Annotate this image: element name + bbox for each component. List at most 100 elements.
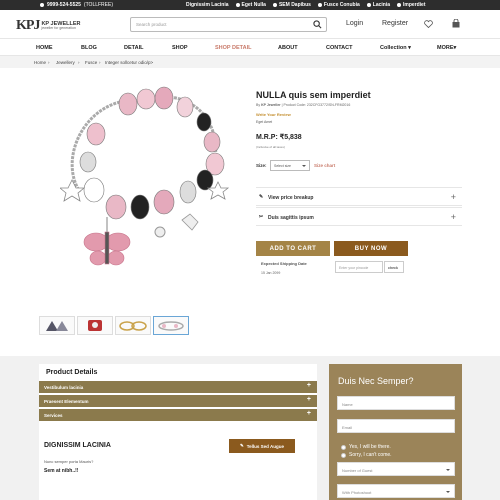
phone-block: 9999-524-5525 (TOLLFREE)	[40, 2, 113, 8]
accordion-label: Duis sagittis ipsum	[268, 215, 314, 221]
breadcrumb-item[interactable]: Jewellery	[56, 60, 75, 65]
shipping-label: Expected Shipping Date	[261, 261, 307, 266]
plus-icon: +	[306, 410, 311, 417]
check-button[interactable]: check	[384, 261, 404, 273]
breadcrumb-separator: ›	[99, 60, 101, 65]
nav-blog[interactable]: BLOG	[81, 45, 97, 51]
plus-icon: +	[450, 192, 456, 202]
logo-mark: KPJ	[16, 18, 40, 33]
top-link[interactable]: Dignissim Lacinia	[186, 2, 229, 8]
breadcrumb: Home › Jewellery › Fusce › Integer sollc…	[0, 56, 500, 68]
details-bar[interactable]: Vestibulum lacinia +	[39, 381, 317, 393]
logo-tagline: jeweller for generation	[41, 26, 76, 30]
add-to-cart-button[interactable]: ADD TO CART	[256, 241, 330, 256]
thumbnail-selected[interactable]	[153, 316, 189, 335]
main-nav: HOME BLOG DETAIL SHOP SHOP DETAIL ABOUT …	[0, 38, 500, 56]
size-select[interactable]: Select size	[270, 160, 310, 171]
phone-number[interactable]: 9999-524-5525	[47, 2, 81, 8]
radio-icon	[341, 444, 346, 450]
top-link[interactable]: SEM Dapibus	[272, 2, 311, 8]
extra-select[interactable]: With Photoshoot	[337, 484, 455, 498]
bead	[79, 86, 225, 220]
top-link[interactable]: Eget Nulla	[235, 2, 266, 8]
caret-down-icon: ▾	[408, 45, 411, 51]
section-title: DIGNISSIM LACINIA	[44, 442, 111, 449]
nav-contact[interactable]: CONTACT	[326, 45, 352, 51]
nav-about[interactable]: ABOUT	[278, 45, 298, 51]
rsvp-form: Duis Nec Semper? Name Email Yes, I will …	[329, 364, 462, 500]
caret-down-icon: ▾	[453, 45, 457, 51]
shipping-date: 15 Jan 2099	[261, 271, 281, 275]
nav-home[interactable]: HOME	[36, 45, 53, 51]
accordion-price-breakup[interactable]: ✎ View price breakup +	[256, 187, 462, 206]
logo[interactable]: KPJ KP JEWELLER jeweller for generation	[16, 18, 80, 34]
search-input[interactable]: Search product	[130, 17, 327, 32]
heart-icon[interactable]	[424, 20, 433, 28]
shopping-bag-icon[interactable]	[452, 19, 460, 28]
top-links: Dignissim Lacinia Eget Nulla SEM Dapibus…	[186, 2, 426, 8]
top-bar: 9999-524-5525 (TOLLFREE) Dignissim Lacin…	[0, 0, 500, 10]
nav-collection[interactable]: Collection ▾	[380, 45, 411, 51]
name-field[interactable]: Name	[337, 396, 455, 410]
write-review-link[interactable]: Write Your Review	[256, 112, 291, 117]
nav-detail[interactable]: DETAIL	[124, 45, 143, 51]
top-link[interactable]: Imperdiet	[397, 2, 426, 8]
nav-more[interactable]: MORE▾	[437, 45, 456, 51]
accordion-label: View price breakup	[268, 195, 314, 201]
bullet-icon	[366, 3, 371, 7]
price: M.R.P: ₹5,838	[256, 133, 302, 141]
size-chart-link[interactable]: Size chart	[314, 163, 335, 168]
edit-icon: ✎	[259, 194, 264, 200]
breadcrumb-item[interactable]: Fusce	[85, 60, 97, 65]
plus-icon: +	[450, 212, 456, 222]
product-subtitle: Eget Amet	[256, 120, 273, 124]
breadcrumb-item[interactable]: Home	[34, 60, 46, 65]
guests-select[interactable]: Number of Guest	[337, 462, 455, 476]
butterfly-charm	[83, 231, 131, 266]
plus-icon: +	[306, 396, 311, 403]
thumbnail-strip	[39, 316, 189, 335]
bullet-icon	[397, 3, 401, 7]
nav-shop-detail[interactable]: SHOP DETAIL	[215, 45, 251, 51]
login-link[interactable]: Login	[346, 20, 363, 27]
search-placeholder: Search product	[136, 22, 167, 27]
thumbnail[interactable]	[39, 316, 75, 335]
tellus-button[interactable]: ✎ Tellus Sed Augue	[229, 439, 295, 453]
register-link[interactable]: Register	[382, 20, 408, 27]
top-link[interactable]: Lacinia	[366, 2, 390, 8]
product-details-panel: Product Details Vestibulum lacinia + Prae…	[39, 364, 317, 500]
tax-note: (Inclusive of all taxes)	[256, 145, 285, 149]
plus-icon: +	[306, 382, 311, 389]
details-title: Product Details	[46, 369, 98, 376]
product-title: NULLA quis sem imperdiet	[256, 90, 371, 100]
bullet-icon	[317, 3, 322, 7]
phone-icon	[40, 3, 44, 7]
breadcrumb-separator: ›	[48, 60, 50, 65]
radio-icon	[341, 452, 346, 458]
answer-text: Sem at nibh..!!	[44, 468, 79, 474]
size-label: Size:	[256, 163, 267, 168]
breadcrumb-separator: ›	[78, 60, 80, 65]
product-code: | Product Code: 232CFG3772/SN-FRM2016	[281, 103, 351, 107]
details-bar[interactable]: Praesent Elementum +	[39, 395, 317, 407]
product-meta: By KP Jeweller | Product Code: 232CFG377…	[256, 103, 351, 107]
nav-shop[interactable]: SHOP	[172, 45, 188, 51]
thumbnail[interactable]	[77, 316, 113, 335]
radio-yes[interactable]: Yes, I will be there.	[341, 444, 391, 450]
product-image[interactable]	[60, 82, 230, 292]
bullet-icon	[272, 3, 277, 7]
top-link[interactable]: Fusce Conubia	[317, 2, 360, 8]
pencil-icon: ✎	[239, 443, 244, 448]
brand-link[interactable]: KP Jeweller	[261, 103, 281, 107]
accordion-duis-sagittis[interactable]: ✂ Duis sagittis ipsum +	[256, 207, 462, 226]
thumbnail[interactable]	[115, 316, 151, 335]
details-bar[interactable]: Services +	[39, 409, 317, 421]
breadcrumb-item: Integer sollcetur odio/p>	[105, 60, 154, 65]
pincode-input[interactable]: Enter your pincode	[335, 261, 383, 273]
email-field[interactable]: Email	[337, 419, 455, 433]
form-title: Duis Nec Semper?	[338, 376, 414, 386]
scissors-icon: ✂	[259, 214, 264, 220]
buy-now-button[interactable]: BUY NOW	[334, 241, 408, 256]
search-icon[interactable]	[313, 20, 322, 29]
radio-no[interactable]: Sorry, I can't come.	[341, 452, 392, 458]
